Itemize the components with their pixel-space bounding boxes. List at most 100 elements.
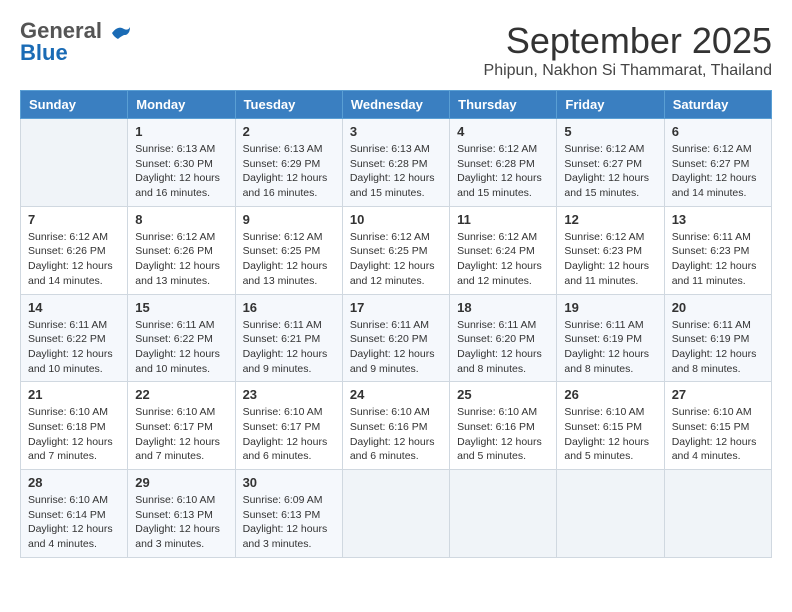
calendar-cell: 19 Sunrise: 6:11 AMSunset: 6:19 PMDayligh… (557, 294, 664, 382)
day-number: 21 (28, 387, 120, 402)
logo-bird-icon (110, 23, 132, 41)
calendar-table: SundayMondayTuesdayWednesdayThursdayFrid… (20, 90, 772, 558)
calendar-cell: 14Sunrise: 6:11 AMSunset: 6:22 PMDayligh… (21, 294, 128, 382)
day-number: 8 (135, 212, 227, 227)
day-number: 20 (672, 300, 764, 315)
calendar-cell: 25Sunrise: 6:10 AMSunset: 6:16 PMDayligh… (450, 382, 557, 470)
day-number: 1 (135, 124, 227, 139)
day-number: 17 (350, 300, 442, 315)
day-info: Sunrise: 6:10 AMSunset: 6:16 PMDaylight:… (350, 405, 442, 464)
calendar-week-row: 28 Sunrise: 6:10 AMSunset: 6:14 PMDayligh… (21, 470, 772, 558)
calendar-cell: 17 Sunrise: 6:11 AMSunset: 6:20 PMDayligh… (342, 294, 449, 382)
day-number: 4 (457, 124, 549, 139)
calendar-cell: 1 Sunrise: 6:13 AMSunset: 6:30 PMDaylight… (128, 119, 235, 207)
day-info: Sunrise: 6:12 AMSunset: 6:27 PMDaylight:… (672, 142, 764, 201)
day-info: Sunrise: 6:10 AMSunset: 6:14 PMDaylight:… (28, 493, 120, 552)
calendar-cell: 16 Sunrise: 6:11 AMSunset: 6:21 PMDayligh… (235, 294, 342, 382)
day-number: 15 (135, 300, 227, 315)
day-info: Sunrise: 6:10 AMSunset: 6:16 PMDaylight:… (457, 405, 549, 464)
day-info: Sunrise: 6:11 AMSunset: 6:22 PMDaylight:… (135, 318, 227, 377)
day-info: Sunrise: 6:12 AMSunset: 6:24 PMDaylight:… (457, 230, 549, 289)
logo-blue: Blue (20, 40, 68, 66)
calendar-cell: 9 Sunrise: 6:12 AMSunset: 6:25 PMDaylight… (235, 206, 342, 294)
day-info: Sunrise: 6:11 AMSunset: 6:19 PMDaylight:… (672, 318, 764, 377)
day-number: 5 (564, 124, 656, 139)
day-info: Sunrise: 6:10 AMSunset: 6:13 PMDaylight:… (135, 493, 227, 552)
day-number: 16 (243, 300, 335, 315)
calendar-week-row: 1 Sunrise: 6:13 AMSunset: 6:30 PMDaylight… (21, 119, 772, 207)
day-info: Sunrise: 6:12 AMSunset: 6:25 PMDaylight:… (243, 230, 335, 289)
day-number: 30 (243, 475, 335, 490)
calendar-cell: 29 Sunrise: 6:10 AMSunset: 6:13 PMDayligh… (128, 470, 235, 558)
day-number: 7 (28, 212, 120, 227)
calendar-cell: 23 Sunrise: 6:10 AMSunset: 6:17 PMDayligh… (235, 382, 342, 470)
calendar-cell (664, 470, 771, 558)
column-header-tuesday: Tuesday (235, 91, 342, 119)
calendar-cell: 12 Sunrise: 6:12 AMSunset: 6:23 PMDayligh… (557, 206, 664, 294)
calendar-cell: 10Sunrise: 6:12 AMSunset: 6:25 PMDayligh… (342, 206, 449, 294)
calendar-header-row: SundayMondayTuesdayWednesdayThursdayFrid… (21, 91, 772, 119)
day-info: Sunrise: 6:10 AMSunset: 6:17 PMDaylight:… (243, 405, 335, 464)
column-header-sunday: Sunday (21, 91, 128, 119)
location-subtitle: Phipun, Nakhon Si Thammarat, Thailand (484, 62, 772, 80)
day-number: 12 (564, 212, 656, 227)
calendar-cell: 13 Sunrise: 6:11 AMSunset: 6:23 PMDayligh… (664, 206, 771, 294)
day-number: 19 (564, 300, 656, 315)
column-header-thursday: Thursday (450, 91, 557, 119)
calendar-cell (450, 470, 557, 558)
day-info: Sunrise: 6:11 AMSunset: 6:20 PMDaylight:… (350, 318, 442, 377)
day-number: 9 (243, 212, 335, 227)
calendar-cell: 21 Sunrise: 6:10 AMSunset: 6:18 PMDayligh… (21, 382, 128, 470)
calendar-week-row: 7 Sunrise: 6:12 AMSunset: 6:26 PMDaylight… (21, 206, 772, 294)
day-info: Sunrise: 6:11 AMSunset: 6:21 PMDaylight:… (243, 318, 335, 377)
day-info: Sunrise: 6:13 AMSunset: 6:30 PMDaylight:… (135, 142, 227, 201)
day-info: Sunrise: 6:12 AMSunset: 6:27 PMDaylight:… (564, 142, 656, 201)
column-header-monday: Monday (128, 91, 235, 119)
day-info: Sunrise: 6:10 AMSunset: 6:18 PMDaylight:… (28, 405, 120, 464)
calendar-cell: 27 Sunrise: 6:10 AMSunset: 6:15 PMDayligh… (664, 382, 771, 470)
column-header-saturday: Saturday (664, 91, 771, 119)
calendar-cell: 20 Sunrise: 6:11 AMSunset: 6:19 PMDayligh… (664, 294, 771, 382)
day-number: 26 (564, 387, 656, 402)
day-number: 29 (135, 475, 227, 490)
column-header-friday: Friday (557, 91, 664, 119)
calendar-cell: 28 Sunrise: 6:10 AMSunset: 6:14 PMDayligh… (21, 470, 128, 558)
calendar-cell: 18 Sunrise: 6:11 AMSunset: 6:20 PMDayligh… (450, 294, 557, 382)
day-info: Sunrise: 6:11 AMSunset: 6:20 PMDaylight:… (457, 318, 549, 377)
title-block: September 2025 Phipun, Nakhon Si Thammar… (484, 20, 772, 80)
day-number: 18 (457, 300, 549, 315)
calendar-cell: 24Sunrise: 6:10 AMSunset: 6:16 PMDayligh… (342, 382, 449, 470)
calendar-week-row: 21 Sunrise: 6:10 AMSunset: 6:18 PMDayligh… (21, 382, 772, 470)
day-info: Sunrise: 6:11 AMSunset: 6:23 PMDaylight:… (672, 230, 764, 289)
calendar-cell: 4 Sunrise: 6:12 AMSunset: 6:28 PMDaylight… (450, 119, 557, 207)
calendar-cell (342, 470, 449, 558)
month-title: September 2025 (484, 20, 772, 62)
day-info: Sunrise: 6:10 AMSunset: 6:17 PMDaylight:… (135, 405, 227, 464)
calendar-cell: 30 Sunrise: 6:09 AMSunset: 6:13 PMDayligh… (235, 470, 342, 558)
day-number: 28 (28, 475, 120, 490)
day-info: Sunrise: 6:12 AMSunset: 6:28 PMDaylight:… (457, 142, 549, 201)
day-number: 27 (672, 387, 764, 402)
calendar-cell: 5 Sunrise: 6:12 AMSunset: 6:27 PMDaylight… (557, 119, 664, 207)
calendar-cell: 15 Sunrise: 6:11 AMSunset: 6:22 PMDayligh… (128, 294, 235, 382)
day-info: Sunrise: 6:11 AMSunset: 6:19 PMDaylight:… (564, 318, 656, 377)
day-info: Sunrise: 6:13 AMSunset: 6:28 PMDaylight:… (350, 142, 442, 201)
day-number: 13 (672, 212, 764, 227)
calendar-week-row: 14 Sunrise: 6:11 AMSunset: 6:22 PMDayligh… (21, 294, 772, 382)
logo: General Blue (20, 20, 132, 66)
calendar-cell: 22Sunrise: 6:10 AMSunset: 6:17 PMDayligh… (128, 382, 235, 470)
day-info: Sunrise: 6:12 AMSunset: 6:23 PMDaylight:… (564, 230, 656, 289)
calendar-cell: 2 Sunrise: 6:13 AMSunset: 6:29 PMDaylight… (235, 119, 342, 207)
day-number: 10 (350, 212, 442, 227)
day-number: 2 (243, 124, 335, 139)
day-info: Sunrise: 6:10 AMSunset: 6:15 PMDaylight:… (672, 405, 764, 464)
calendar-cell: 3 Sunrise: 6:13 AMSunset: 6:28 PMDaylight… (342, 119, 449, 207)
day-info: Sunrise: 6:12 AMSunset: 6:26 PMDaylight:… (135, 230, 227, 289)
day-number: 3 (350, 124, 442, 139)
day-info: Sunrise: 6:09 AMSunset: 6:13 PMDaylight:… (243, 493, 335, 552)
day-number: 11 (457, 212, 549, 227)
day-number: 14 (28, 300, 120, 315)
day-number: 23 (243, 387, 335, 402)
day-info: Sunrise: 6:13 AMSunset: 6:29 PMDaylight:… (243, 142, 335, 201)
calendar-cell: 8 Sunrise: 6:12 AMSunset: 6:26 PMDaylight… (128, 206, 235, 294)
